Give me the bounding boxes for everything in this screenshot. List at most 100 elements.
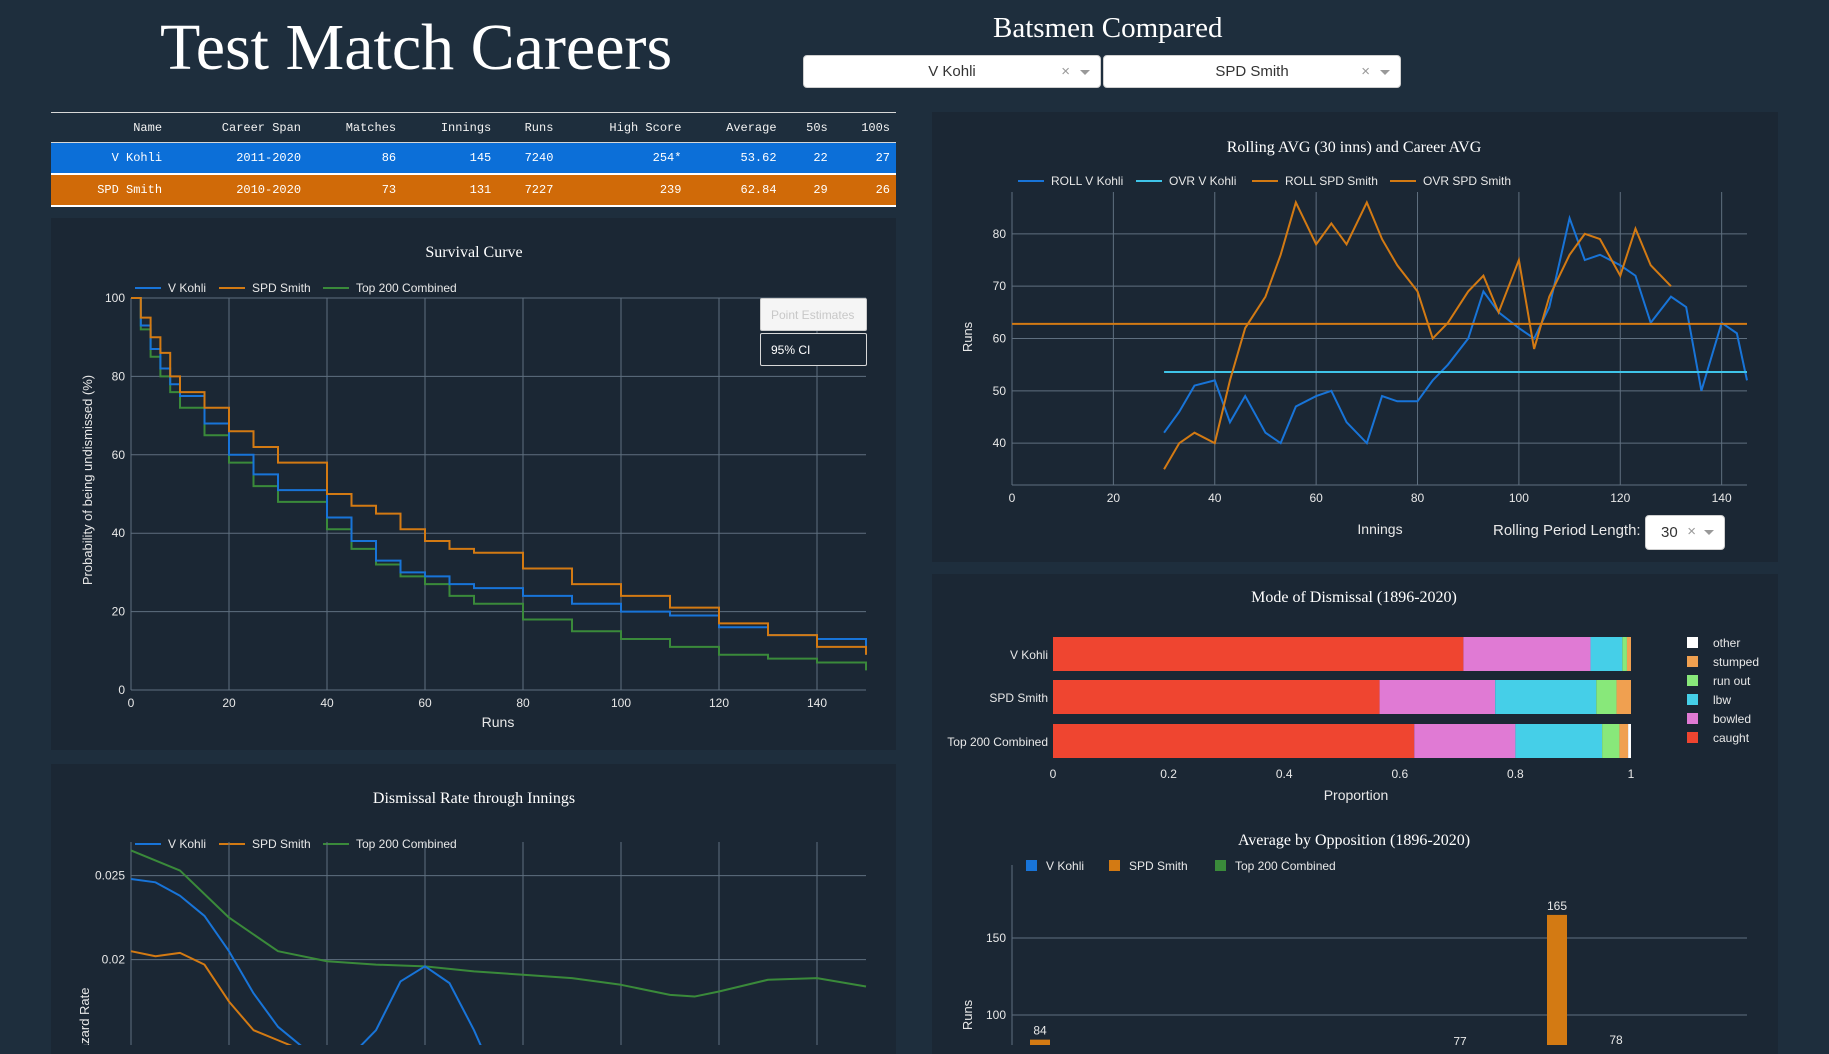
legend-item[interactable]: ROLL V Kohli <box>1018 174 1123 188</box>
legend-item[interactable]: caught <box>1687 731 1750 745</box>
legend-item[interactable]: V Kohli <box>1026 859 1084 873</box>
clear-icon[interactable]: × <box>1687 523 1696 540</box>
series-line-spd-smith[interactable] <box>130 950 401 1045</box>
page-title: Test Match Careers <box>160 11 673 84</box>
bar-segment-run-out[interactable] <box>1622 637 1627 671</box>
dismissal-chart[interactable]: Mode of Dismissal (1896-2020) V Kohli SPD… <box>932 574 1778 824</box>
clear-icon[interactable]: × <box>1061 63 1070 80</box>
legend-item[interactable]: run out <box>1687 674 1751 688</box>
rolling-chart[interactable]: Rolling AVG (30 inns) and Career AVG ROL… <box>932 112 1778 562</box>
series-line-roll-v-kohli[interactable] <box>1163 214 1748 446</box>
bar-segment-lbw[interactable] <box>1515 724 1603 758</box>
y-tick-label: 100 <box>105 291 125 305</box>
batsman1-select[interactable]: V Kohli × <box>803 55 1101 88</box>
batsman2-select[interactable]: SPD Smith × <box>1103 55 1401 88</box>
legend-item[interactable]: other <box>1687 636 1740 650</box>
bar-segment-caught[interactable] <box>1053 680 1380 714</box>
series-line-v-kohli[interactable] <box>130 877 499 1045</box>
series-line-spd-smith[interactable] <box>131 297 867 655</box>
x-tick-label: 0.4 <box>1276 767 1293 781</box>
legend-item[interactable]: stumped <box>1687 655 1759 669</box>
column-header-100s[interactable]: 100s <box>833 112 896 143</box>
bar-value-label: 84 <box>1033 1024 1047 1038</box>
legend-label: SPD Smith <box>252 837 311 851</box>
bar-segment-bowled[interactable] <box>1463 637 1591 671</box>
legend-item[interactable]: Top 200 Combined <box>323 837 457 851</box>
series-line-v-kohli[interactable] <box>131 297 867 655</box>
column-header-name[interactable]: Name <box>51 112 169 143</box>
bar-segment-run-out[interactable] <box>1602 724 1620 758</box>
bar-segment-other[interactable] <box>1628 724 1631 758</box>
legend-item[interactable]: V Kohli <box>135 281 206 295</box>
column-header-innings[interactable]: Innings <box>402 112 498 143</box>
table-cell: 239 <box>559 174 688 207</box>
y-tick-label: 60 <box>993 332 1007 346</box>
series-line-top-200-combined[interactable] <box>130 849 867 998</box>
bar-segment-caught[interactable] <box>1053 724 1415 758</box>
column-header-runs[interactable]: Runs <box>497 112 560 143</box>
x-tick-label: 0 <box>1009 491 1016 505</box>
bar[interactable] <box>1030 1039 1050 1045</box>
column-header-career-span[interactable]: Career Span <box>168 112 308 143</box>
legend-item[interactable]: SPD Smith <box>219 837 311 851</box>
bar-segment-stumped[interactable] <box>1616 680 1631 714</box>
bar-value-label: 78 <box>1609 1033 1623 1045</box>
y-tick-label: 0.025 <box>95 869 125 883</box>
x-tick-label: 40 <box>320 696 334 710</box>
survival-title: Survival Curve <box>425 244 522 261</box>
legend-item[interactable]: bowled <box>1687 712 1751 726</box>
opposition-chart[interactable]: Average by Opposition (1896-2020) V Kohl… <box>932 825 1778 1045</box>
series-line-top-200-combined[interactable] <box>131 297 867 671</box>
legend-item[interactable]: ROLL SPD Smith <box>1252 174 1378 188</box>
chevron-down-icon[interactable] <box>1080 70 1090 75</box>
hazard-chart[interactable]: Dismissal Rate through Innings V Kohli SP… <box>51 764 896 1045</box>
table-header-row: Name Career Span Matches Innings Runs High Sc… <box>51 112 896 143</box>
bar[interactable] <box>1547 914 1567 1045</box>
column-header-matches[interactable]: Matches <box>307 112 403 143</box>
legend-item[interactable]: OVR V Kohli <box>1136 174 1236 188</box>
legend-item[interactable]: lbw <box>1687 693 1731 707</box>
legend-label: run out <box>1713 674 1751 688</box>
dismissal-legend[interactable]: other stumped run out lbw bowled caught <box>1687 636 1759 745</box>
bar-segment-stumped[interactable] <box>1626 637 1631 671</box>
table-cell: 131 <box>402 174 498 207</box>
bar-segment-lbw[interactable] <box>1495 680 1597 714</box>
chevron-down-icon[interactable] <box>1704 530 1714 535</box>
legend-item[interactable]: SPD Smith <box>1109 859 1188 873</box>
table-cell: 2011-2020 <box>168 142 308 175</box>
survival-legend[interactable]: V Kohli SPD Smith Top 200 Combined <box>135 281 457 295</box>
table-cell: 29 <box>782 174 834 207</box>
bar-segment-run-out[interactable] <box>1596 680 1617 714</box>
bar-segment-lbw[interactable] <box>1590 637 1623 671</box>
legend-item[interactable]: Top 200 Combined <box>1215 859 1336 873</box>
rolling-legend[interactable]: ROLL V Kohli OVR V Kohli ROLL SPD Smith OVR… <box>1018 174 1511 188</box>
legend-item[interactable]: SPD Smith <box>219 281 311 295</box>
legend-item[interactable]: V Kohli <box>135 837 206 851</box>
x-tick-label: 80 <box>1411 491 1425 505</box>
bar-segment-bowled[interactable] <box>1414 724 1516 758</box>
column-header-50s[interactable]: 50s <box>782 112 834 143</box>
table-row[interactable]: SPD Smith 2010-2020 73 131 7227 239 62.84 29 26 <box>51 174 896 207</box>
table-cell: 86 <box>307 142 403 175</box>
clear-icon[interactable]: × <box>1361 63 1370 80</box>
ci-button[interactable]: 95% CI <box>760 333 867 366</box>
batsman2-value: SPD Smith <box>1215 63 1289 80</box>
table-row[interactable]: V Kohli 2011-2020 86 145 7240 254* 53.62 22 27 <box>51 142 896 175</box>
hazard-legend[interactable]: V Kohli SPD Smith Top 200 Combined <box>135 837 457 851</box>
legend-item[interactable]: OVR SPD Smith <box>1390 174 1511 188</box>
rolling-period-select[interactable]: 30 × <box>1645 515 1725 550</box>
legend-item[interactable]: Top 200 Combined <box>323 281 457 295</box>
opposition-legend[interactable]: V Kohli SPD Smith Top 200 Combined <box>1026 859 1336 873</box>
chevron-down-icon[interactable] <box>1380 70 1390 75</box>
bar-segment-caught[interactable] <box>1053 637 1464 671</box>
column-header-high-score[interactable]: High Score <box>559 112 688 143</box>
y-tick-label: 0 <box>118 683 125 697</box>
y-tick-label: 80 <box>112 369 126 383</box>
legend-label: OVR V Kohli <box>1169 174 1236 188</box>
bar-segment-bowled[interactable] <box>1379 680 1496 714</box>
x-tick-label: 1 <box>1628 767 1635 781</box>
rolling-period-label: Rolling Period Length: <box>1493 522 1641 539</box>
point-estimates-button[interactable]: Point Estimates <box>760 298 867 331</box>
bar-segment-stumped[interactable] <box>1619 724 1629 758</box>
column-header-average[interactable]: Average <box>687 112 783 143</box>
